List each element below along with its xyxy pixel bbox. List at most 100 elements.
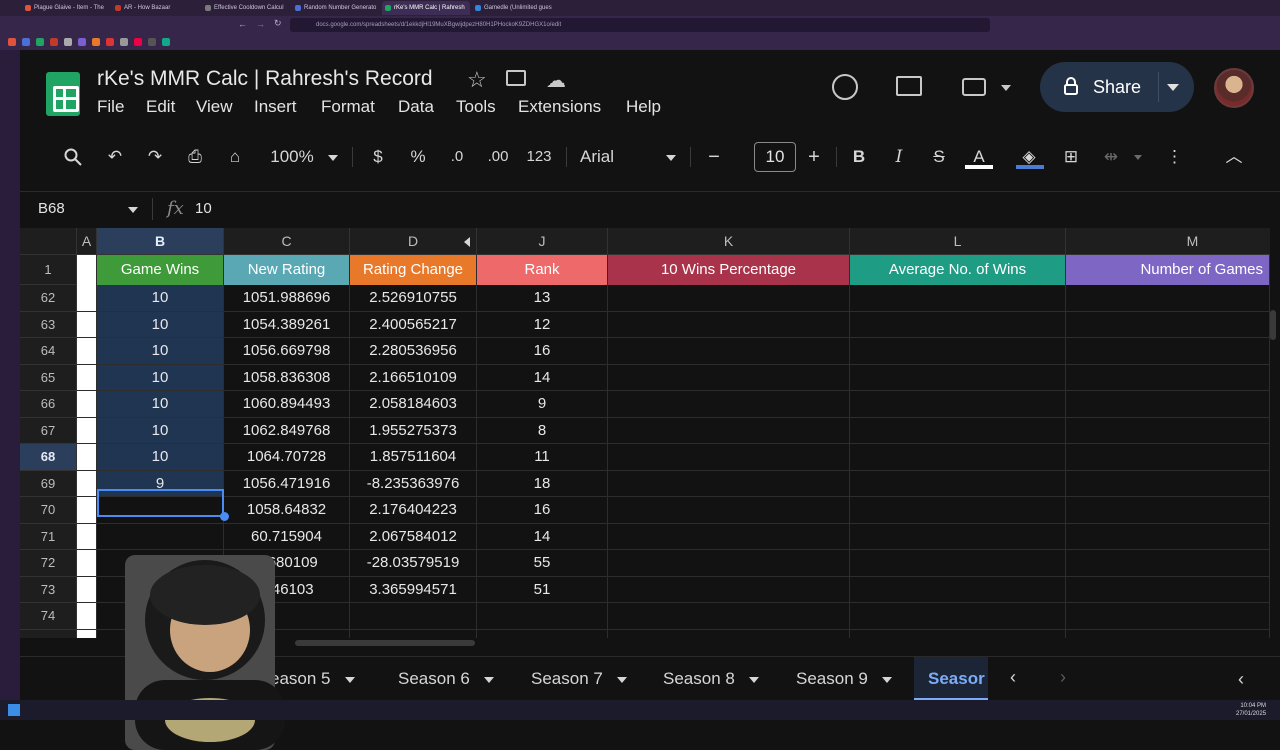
menu-format[interactable]: Format	[321, 97, 375, 117]
bookmark-icon[interactable]	[134, 38, 142, 46]
row-header[interactable]: 75	[20, 629, 77, 638]
scroll-tabs-left-icon[interactable]: ‹	[1010, 667, 1016, 688]
cell-a[interactable]	[77, 311, 97, 338]
browser-tab[interactable]: Effective Cooldown Calcul	[202, 1, 290, 15]
windows-start-icon[interactable]	[8, 704, 20, 716]
browser-tab[interactable]: Random Number Generato	[292, 1, 380, 15]
cell-game-wins[interactable]: 9	[97, 470, 224, 497]
column-header-j[interactable]: J	[477, 228, 608, 255]
row-header[interactable]: 63	[20, 311, 77, 338]
chevron-down-icon[interactable]	[748, 676, 759, 683]
cell-game-wins[interactable]: 10	[97, 444, 224, 471]
bookmark-icon[interactable]	[78, 38, 86, 46]
cell-a[interactable]	[77, 629, 97, 638]
cell-a[interactable]	[77, 470, 97, 497]
cell-number-of-games[interactable]	[1066, 603, 1270, 630]
merge-cells-icon[interactable]: ⇹	[1100, 137, 1122, 177]
cell-rank[interactable]: 18	[477, 470, 608, 497]
row-header[interactable]: 68	[20, 444, 77, 471]
chevron-down-icon[interactable]	[616, 676, 627, 683]
column-header-m[interactable]: M	[1066, 228, 1270, 255]
strikethrough-button[interactable]: S	[928, 137, 950, 177]
cell-a[interactable]	[77, 338, 97, 365]
cell-new-rating[interactable]: 1060.894493	[224, 391, 350, 418]
forward-icon[interactable]: →	[256, 19, 265, 29]
cell-10-wins-percentage[interactable]	[608, 497, 850, 524]
row-header[interactable]: 62	[20, 285, 77, 312]
increase-decimal-button[interactable]: .00	[480, 137, 516, 177]
cell-average-wins[interactable]	[850, 444, 1066, 471]
bookmark-icon[interactable]	[64, 38, 72, 46]
cell-rating-change[interactable]: 2.526910755	[350, 285, 477, 312]
cell-rank[interactable]: 9	[477, 391, 608, 418]
cell-average-wins[interactable]	[850, 391, 1066, 418]
chevron-down-icon[interactable]	[666, 155, 676, 161]
chevron-down-icon[interactable]	[1001, 85, 1011, 91]
cell-rating-change[interactable]: 2.067584012	[350, 523, 477, 550]
decrease-decimal-button[interactable]: .0	[444, 137, 470, 177]
cell-10-wins-percentage[interactable]	[608, 444, 850, 471]
cell-average-wins[interactable]	[850, 311, 1066, 338]
cell-number-of-games[interactable]	[1066, 523, 1270, 550]
more-options-icon[interactable]: ⋮	[1166, 137, 1183, 177]
header-cell-number-of-games[interactable]: Number of Games	[1066, 255, 1270, 285]
cell-rank[interactable]: 14	[477, 364, 608, 391]
italic-button[interactable]: I	[888, 137, 910, 177]
cell-rating-change[interactable]: -8.235363976	[350, 470, 477, 497]
cell-10-wins-percentage[interactable]	[608, 603, 850, 630]
cell-10-wins-percentage[interactable]	[608, 311, 850, 338]
cell-number-of-games[interactable]	[1066, 364, 1270, 391]
cell-number-of-games[interactable]	[1066, 285, 1270, 312]
cell-a[interactable]	[77, 603, 97, 630]
cell-rating-change[interactable]	[350, 629, 477, 638]
url-field[interactable]: docs.google.com/spreadsheets/d/1ekkdjHl1…	[290, 18, 990, 32]
chevron-down-icon[interactable]	[1134, 155, 1142, 160]
sheet-tab-season-6[interactable]: Season 6	[398, 657, 494, 701]
cell-a[interactable]	[77, 444, 97, 471]
cell-average-wins[interactable]	[850, 603, 1066, 630]
cell-number-of-games[interactable]	[1066, 338, 1270, 365]
font-select[interactable]: Arial	[580, 137, 620, 177]
column-header-b[interactable]: B	[97, 228, 224, 255]
version-history-icon[interactable]	[832, 74, 858, 100]
cell-number-of-games[interactable]	[1066, 629, 1270, 638]
bookmark-icon[interactable]	[22, 38, 30, 46]
select-all-corner[interactable]	[20, 228, 77, 255]
number-format-button[interactable]: 123	[524, 137, 554, 177]
menu-help[interactable]: Help	[626, 97, 661, 117]
cell-rating-change[interactable]: 2.400565217	[350, 311, 477, 338]
vertical-scrollbar[interactable]	[1270, 310, 1276, 340]
cell-rating-change[interactable]: 1.857511604	[350, 444, 477, 471]
star-icon[interactable]: ☆	[467, 67, 487, 93]
row-header[interactable]: 74	[20, 603, 77, 630]
cell-number-of-games[interactable]	[1066, 391, 1270, 418]
menu-data[interactable]: Data	[398, 97, 434, 117]
cell-rank[interactable]	[477, 629, 608, 638]
header-cell-new-rating[interactable]: New Rating	[224, 255, 350, 285]
redo-icon[interactable]: ↷	[144, 137, 166, 177]
cell-new-rating[interactable]: 1058.836308	[224, 364, 350, 391]
row-header[interactable]: 71	[20, 523, 77, 550]
header-cell-a[interactable]	[77, 255, 97, 285]
cell-average-wins[interactable]	[850, 550, 1066, 577]
cell-game-wins[interactable]: 10	[97, 364, 224, 391]
bookmark-icon[interactable]	[92, 38, 100, 46]
sheet-tab-season-7[interactable]: Season 7	[531, 657, 627, 701]
sheets-logo[interactable]	[46, 72, 80, 116]
print-icon[interactable]: ⎙	[184, 137, 206, 177]
menu-edit[interactable]: Edit	[146, 97, 175, 117]
cell-rating-change[interactable]: 2.280536956	[350, 338, 477, 365]
browser-tab[interactable]: Gamedle (Unlimited gues	[472, 1, 560, 15]
menu-view[interactable]: View	[196, 97, 233, 117]
cell-rating-change[interactable]: 2.176404223	[350, 497, 477, 524]
cell-average-wins[interactable]	[850, 470, 1066, 497]
cell-game-wins[interactable]: 10	[97, 417, 224, 444]
row-header[interactable]: 73	[20, 576, 77, 603]
cell-a[interactable]	[77, 417, 97, 444]
cell-10-wins-percentage[interactable]	[608, 285, 850, 312]
cell-average-wins[interactable]	[850, 338, 1066, 365]
cell-10-wins-percentage[interactable]	[608, 576, 850, 603]
header-cell-game-wins[interactable]: Game Wins	[97, 255, 224, 285]
bookmark-icon[interactable]	[162, 38, 170, 46]
name-box[interactable]: B68	[38, 200, 65, 217]
